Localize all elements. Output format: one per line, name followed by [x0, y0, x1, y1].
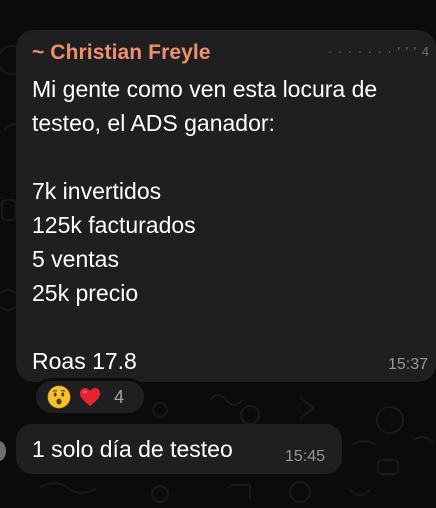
message-timestamp: 15:37	[387, 356, 428, 373]
top-edge	[0, 0, 436, 22]
message-line: 125k facturados	[32, 212, 196, 238]
message-line: Roas 17.8	[32, 348, 137, 374]
message-line: 7k invertidos	[32, 178, 162, 204]
hushed-face-icon	[47, 385, 71, 409]
sender-phone: · · · · · · · ' ' ' 4	[327, 44, 430, 59]
message-line: 25k precio	[32, 280, 139, 306]
message-line: 5 ventas	[32, 246, 119, 272]
reply-text: 1 solo día de testeo	[32, 436, 233, 462]
message-line: testeo, el ADS ganador:	[32, 110, 275, 136]
reply-timestamp: 15:45	[284, 448, 325, 465]
message-bubble[interactable]: ~ Christian Freyle · · · · · · · ' ' ' 4…	[16, 30, 436, 382]
reply-bubble[interactable]: 1 solo día de testeo 15:45	[16, 424, 342, 474]
message-text: Mi gente como ven esta locura de testeo,…	[32, 72, 424, 378]
reaction-count: 4	[114, 386, 125, 407]
message-line	[32, 140, 424, 174]
message-line	[32, 310, 424, 344]
red-heart-icon	[78, 385, 102, 409]
chat-screen: { "message": { "sender_name": "~ Christi…	[0, 0, 436, 508]
message-line: Mi gente como ven esta locura de	[32, 76, 378, 102]
reactions-pill[interactable]: 4	[33, 378, 147, 416]
